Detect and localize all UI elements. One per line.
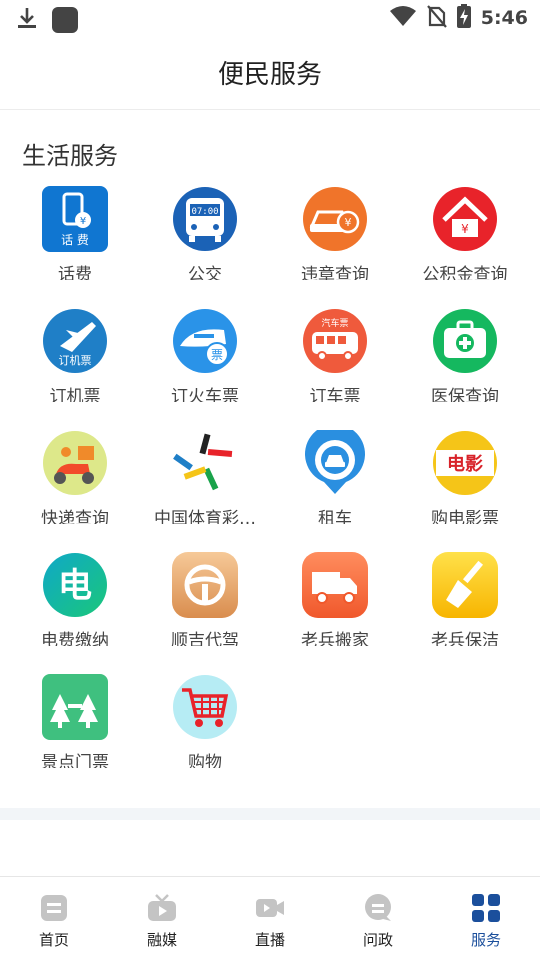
service-item-shopping[interactable]: 购物 (140, 674, 270, 768)
home-icon (39, 893, 69, 923)
no-sim-icon (426, 4, 447, 32)
nav-item-inquiry[interactable]: 问政 (324, 877, 432, 960)
tv-icon (147, 893, 177, 923)
nav-label-live: 直播 (254, 931, 285, 949)
service-label: 老兵保洁 (431, 631, 499, 646)
status-bar: 5:46 (0, 0, 540, 36)
page-title: 便民服务 (217, 60, 322, 90)
service-item-electricity[interactable]: 电 电费缴纳 (10, 552, 140, 646)
service-label: 电费缴纳 (41, 631, 109, 646)
movie-ticket-icon: 电影 (432, 430, 498, 496)
section-title: 生活服务 (22, 142, 118, 170)
car-rental-icon (302, 430, 368, 496)
service-label: 订火车票 (171, 387, 239, 402)
nav-label-services: 服务 (470, 931, 501, 949)
service-label: 医保查询 (431, 387, 499, 402)
wifi-icon (389, 5, 417, 31)
download-icon (16, 6, 38, 34)
svg-text:订机票: 订机票 (59, 353, 92, 367)
svg-text:07:00: 07:00 (191, 207, 218, 217)
notification-app-icon (52, 7, 78, 33)
service-item-traffic-violation[interactable]: ¥ 违章查询 (270, 186, 400, 280)
service-label: 购电影票 (431, 509, 499, 524)
phone-bill-icon: ¥ 话 费 (42, 186, 108, 252)
service-item-sports-lottery[interactable]: 中国体育彩… (140, 430, 270, 524)
page-header: 便民服务 (0, 36, 540, 110)
electricity-bill-icon: 电 (42, 552, 108, 618)
service-label: 话费 (58, 265, 92, 280)
nav-item-media[interactable]: 融媒 (108, 877, 216, 960)
service-label: 租车 (318, 509, 352, 524)
train-ticket-icon: 票 (172, 308, 238, 374)
cleaning-broom-icon (432, 552, 498, 618)
medical-insurance-icon (432, 308, 498, 374)
service-item-flight[interactable]: 订机票 订机票 (10, 308, 140, 402)
nav-item-home[interactable]: 首页 (0, 877, 108, 960)
svg-text:电: 电 (58, 566, 92, 606)
bus-icon: 07:00 (172, 186, 238, 252)
service-item-express[interactable]: 快递查询 (10, 430, 140, 524)
service-label: 顺吉代驾 (171, 631, 239, 646)
service-item-phone-bill[interactable]: ¥ 话 费 话费 (10, 186, 140, 280)
shopping-cart-icon (172, 674, 238, 740)
svg-text:汽车票: 汽车票 (321, 317, 348, 329)
flight-ticket-icon: 订机票 (42, 308, 108, 374)
service-item-scenic-ticket[interactable]: 景点门票 (10, 674, 140, 768)
chat-icon (363, 893, 393, 923)
nav-label-inquiry: 问政 (362, 931, 393, 949)
nav-item-services[interactable]: 服务 (432, 877, 540, 960)
service-label: 中国体育彩… (154, 509, 256, 524)
service-item-cleaning[interactable]: 老兵保洁 (400, 552, 530, 646)
svg-text:电影: 电影 (447, 453, 483, 475)
service-item-moving[interactable]: 老兵搬家 (270, 552, 400, 646)
scenic-ticket-icon (42, 674, 108, 740)
video-icon (255, 893, 285, 923)
service-item-movie[interactable]: 电影 购电影票 (400, 430, 530, 524)
service-label: 公积金查询 (422, 265, 508, 280)
battery-charging-icon (456, 4, 471, 32)
service-label: 快递查询 (41, 509, 109, 524)
services-grid: ¥ 话 费 话费 07:00 公交 ¥ 违章查询 ¥ 公积金查询 订机票 订机票 … (0, 186, 540, 768)
service-label: 购物 (188, 753, 222, 768)
svg-text:¥: ¥ (461, 222, 469, 236)
nav-label-home: 首页 (38, 931, 69, 949)
service-label: 订车票 (309, 387, 361, 402)
nav-item-live[interactable]: 直播 (216, 877, 324, 960)
service-item-car-rental[interactable]: 租车 (270, 430, 400, 524)
traffic-violation-icon: ¥ (302, 186, 368, 252)
service-item-coach[interactable]: 汽车票 订车票 (270, 308, 400, 402)
service-item-train[interactable]: 票 订火车票 (140, 308, 270, 402)
service-label: 景点门票 (41, 753, 109, 768)
designated-driver-icon (172, 552, 238, 618)
svg-text:票: 票 (211, 348, 223, 362)
coach-ticket-icon: 汽车票 (302, 308, 368, 374)
service-label: 订机票 (49, 387, 101, 402)
service-item-medical-insurance[interactable]: 医保查询 (400, 308, 530, 402)
section-divider (0, 808, 540, 820)
svg-text:¥: ¥ (80, 216, 86, 227)
service-item-designated-driver[interactable]: 顺吉代驾 (140, 552, 270, 646)
svg-text:话 费: 话 费 (61, 233, 89, 247)
grid-icon (471, 893, 501, 923)
service-label: 老兵搬家 (301, 631, 369, 646)
service-label: 违章查询 (301, 265, 369, 280)
nav-label-media: 融媒 (146, 931, 177, 949)
sports-lottery-icon (172, 430, 238, 496)
express-delivery-icon (42, 430, 108, 496)
service-item-housing-fund[interactable]: ¥ 公积金查询 (400, 186, 530, 280)
svg-text:¥: ¥ (345, 216, 352, 229)
service-label: 公交 (188, 265, 222, 280)
service-item-bus[interactable]: 07:00 公交 (140, 186, 270, 280)
housing-fund-icon: ¥ (432, 186, 498, 252)
bottom-nav: 首页 融媒 直播 问政 服务 (0, 876, 540, 960)
moving-truck-icon (302, 552, 368, 618)
clock: 5:46 (480, 7, 528, 29)
